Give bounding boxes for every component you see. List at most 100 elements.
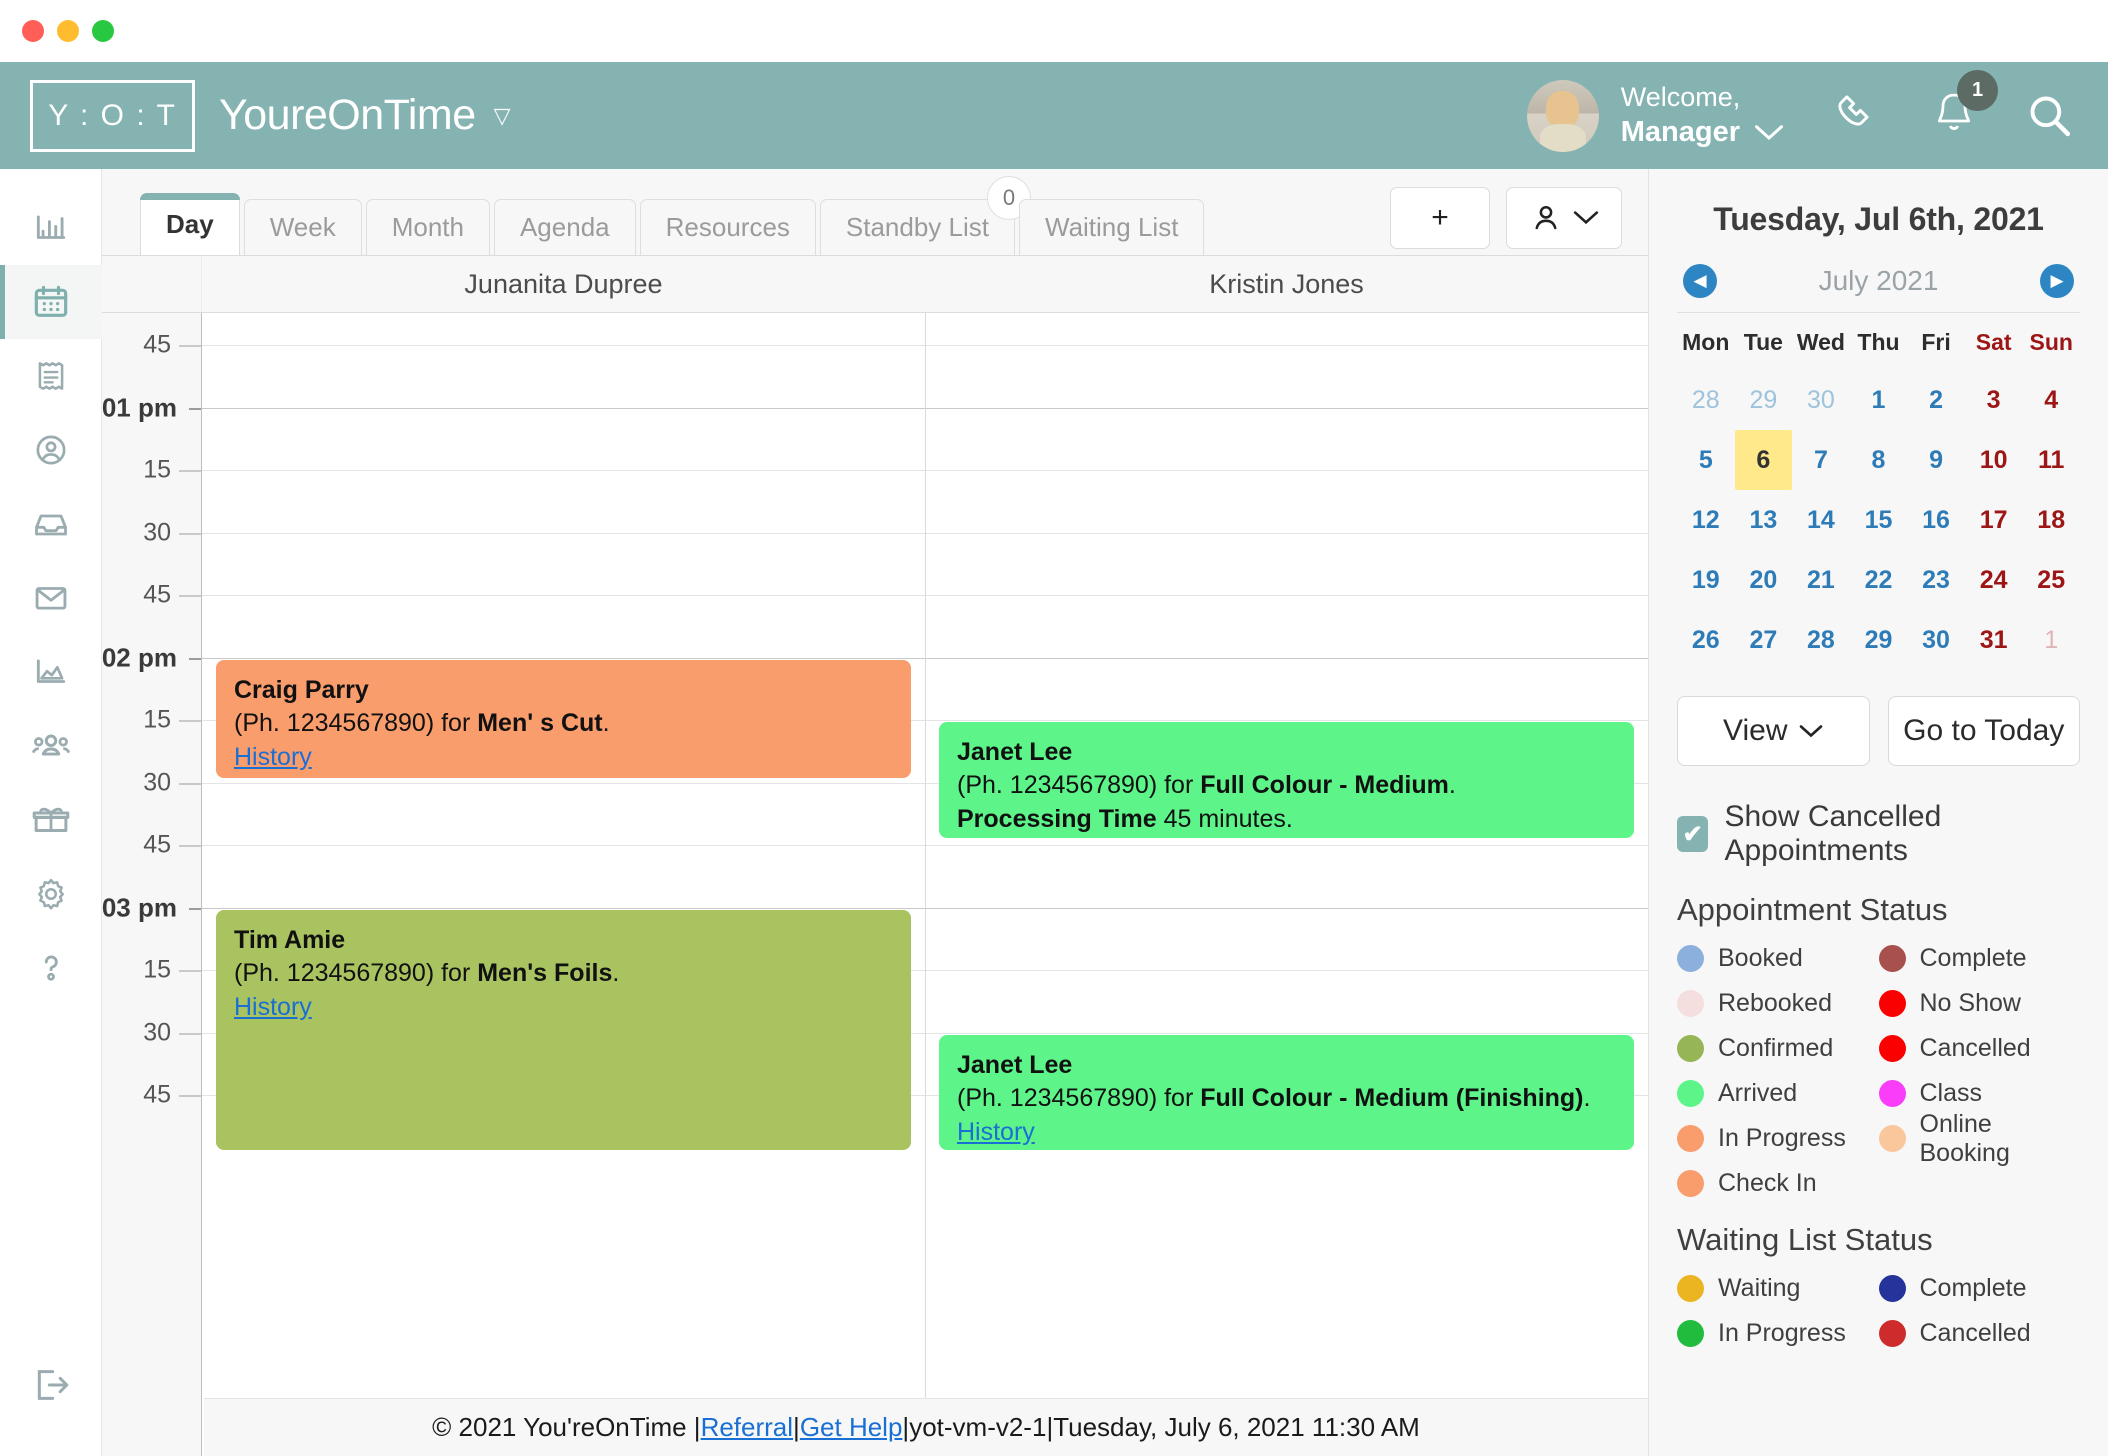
staff-column-header[interactable]: Junanita Dupree [202,256,925,312]
tab-resources[interactable]: Resources [639,199,816,255]
logout-button[interactable] [0,1348,102,1422]
waiting-list-status-legend: Waiting Complete In Progress Cancelled [1677,1266,2080,1356]
sidebar-item-messages[interactable] [0,561,102,635]
status-label: In Progress [1718,1319,1846,1347]
time-label: 30 [143,518,171,546]
search-button[interactable] [2024,91,2074,141]
sidebar-item-calendar[interactable] [0,265,102,339]
appointment-phone: (Ph. 1234567890) for [957,771,1201,800]
calendar-day[interactable]: 27 [1735,610,1793,670]
sidebar-item-reports[interactable] [0,191,102,265]
calendar-day[interactable]: 29 [1850,610,1908,670]
show-cancelled-checkbox[interactable]: ✔ [1677,816,1709,852]
calendar-day[interactable]: 10 [1965,430,2023,490]
calendar-day[interactable]: 12 [1677,490,1735,550]
user-menu[interactable]: Welcome, Manager [1526,79,1784,152]
appointment-history-link[interactable]: History [234,991,312,1024]
waiting-list-status-item: In Progress [1677,1311,1879,1356]
time-label: 30 [143,768,171,796]
staff-filter-button[interactable] [1506,187,1622,249]
staff-column-headers: Junanita Dupree Kristin Jones [102,255,1648,313]
logout-icon [37,1370,68,1400]
appointment-status-item: Check In [1677,1161,1879,1206]
calendar-day[interactable]: 18 [2022,490,2080,550]
referral-link[interactable]: Referral [701,1412,793,1443]
chevron-down-icon[interactable] [1754,124,1784,142]
calendar-day[interactable]: 11 [2022,430,2080,490]
sidebar-item-staff[interactable] [0,709,102,783]
get-help-link[interactable]: Get Help [800,1412,903,1443]
calendar-day[interactable]: 25 [2022,550,2080,610]
calendar-day[interactable]: 17 [1965,490,2023,550]
zoom-window-button[interactable] [92,20,114,42]
appointment-history-link[interactable]: History [234,741,312,774]
calendar-day[interactable]: 1 [1850,370,1908,430]
calendar-day[interactable]: 14 [1792,490,1850,550]
close-window-button[interactable] [22,20,44,42]
staff-column-header[interactable]: Kristin Jones [925,256,1648,312]
tab-waiting-list[interactable]: Waiting List [1019,199,1205,255]
status-label: Online Booking [1919,1109,2010,1167]
calendar-day[interactable]: 28 [1792,610,1850,670]
tab-week[interactable]: Week [243,199,362,255]
sidebar-item-invoices[interactable] [0,339,102,413]
tab-day[interactable]: Day [140,193,240,255]
appointment-card[interactable]: Tim Amie (Ph. 1234567890) for Men's Foils… [216,910,911,1150]
appointment-history-link[interactable]: History [957,1116,1035,1149]
phone-button[interactable] [1830,89,1884,143]
calendar-day[interactable]: 16 [1907,490,1965,550]
tab-month[interactable]: Month [365,199,490,255]
sidebar-item-settings[interactable] [0,857,102,931]
calendar-day[interactable]: 28 [1677,370,1735,430]
calendar-day[interactable]: 5 [1677,430,1735,490]
calendar-day[interactable]: 30 [1792,370,1850,430]
sidebar-item-clients[interactable] [0,413,102,487]
tab-agenda[interactable]: Agenda [493,199,636,255]
calendar-day[interactable]: 20 [1735,550,1793,610]
chevron-down-icon[interactable]: ▽ [494,103,511,129]
tab-standby-list[interactable]: Standby List 0 [819,176,1031,255]
calendar-day[interactable]: 21 [1792,550,1850,610]
calendar-day[interactable]: 30 [1907,610,1965,670]
add-appointment-button[interactable]: + [1390,187,1490,249]
view-button[interactable]: View [1677,696,1870,766]
show-cancelled-row[interactable]: ✔ Show Cancelled Appointments [1677,800,2080,868]
appointment-status-item: No Show [1878,981,2081,1026]
calendar-day[interactable]: 1 [2022,610,2080,670]
calendar-day[interactable]: 26 [1677,610,1735,670]
calendar-day[interactable]: 19 [1677,550,1735,610]
calendar-day[interactable]: 9 [1907,430,1965,490]
sidebar-item-products[interactable] [0,783,102,857]
app-logo[interactable]: Y : O : T [30,79,195,152]
calendar-day[interactable]: 24 [1965,550,2023,610]
calendar-day[interactable]: 31 [1965,610,2023,670]
calendar-day[interactable]: 13 [1735,490,1793,550]
calendar-day[interactable]: 3 [1965,370,2023,430]
calendar-day[interactable]: 23 [1907,550,1965,610]
appointment-card[interactable]: Craig Parry (Ph. 1234567890) for Men' s C… [216,660,911,778]
calendar-day[interactable]: 4 [2022,370,2080,430]
sidebar-item-inbox[interactable] [0,487,102,561]
calendar-day-selected[interactable]: 6 [1734,430,1793,490]
calendar-day[interactable]: 7 [1792,430,1850,490]
prev-month-button[interactable]: ◀ [1683,264,1717,298]
minimize-window-button[interactable] [57,20,79,42]
calendar-day[interactable]: 15 [1850,490,1908,550]
appointment-history-link[interactable]: History [957,836,1035,839]
notifications-button[interactable]: 1 [1930,69,1998,142]
time-tick [179,845,201,847]
sidebar-item-analytics[interactable] [0,635,102,709]
appointment-card[interactable]: Janet Lee (Ph. 1234567890) for Full Colou… [939,1035,1634,1150]
calendar-day[interactable]: 22 [1850,550,1908,610]
calendar-day[interactable]: 8 [1850,430,1908,490]
status-color-swatch [1677,1080,1704,1107]
window-titlebar [0,0,2108,62]
next-month-button[interactable]: ▶ [2040,264,2074,298]
calendar-day[interactable]: 29 [1735,370,1793,430]
calendar-grid[interactable]: 45 01 pm 15 30 45 02 pm 15 30 45 03 pm 15 30 45 Crai… [102,313,1648,1456]
sidebar-item-help[interactable] [0,931,102,1005]
go-to-today-button[interactable]: Go to Today [1887,696,2080,766]
calendar-day[interactable]: 2 [1907,370,1965,430]
appointment-card[interactable]: Janet Lee (Ph. 1234567890) for Full Colou… [939,722,1634,838]
status-label: Booked [1718,944,1803,972]
